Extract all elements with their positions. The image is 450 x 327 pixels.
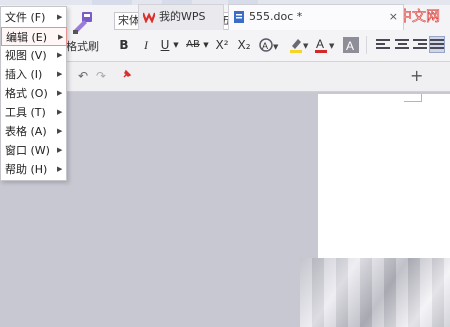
submenu-arrow-icon: ▶ bbox=[57, 108, 63, 116]
menu-item-label: 编辑 (E) bbox=[6, 31, 48, 44]
submenu-arrow-icon: ▶ bbox=[57, 165, 63, 173]
wps-logo-icon bbox=[143, 12, 155, 23]
svg-text:▼: ▼ bbox=[273, 43, 279, 51]
submenu-arrow-icon: ▶ bbox=[57, 51, 63, 59]
menu-item-label: 窗口 (W) bbox=[5, 144, 50, 157]
pin-icon[interactable] bbox=[122, 69, 132, 79]
menu-item-view[interactable]: 视图 (V) ▶ bbox=[1, 46, 67, 65]
submenu-arrow-icon: ▶ bbox=[57, 70, 63, 78]
menu-item-table[interactable]: 表格 (A) ▶ bbox=[1, 122, 67, 141]
tab-document[interactable]: 555.doc * × bbox=[228, 4, 404, 30]
strikethrough-button[interactable]: AB bbox=[184, 37, 202, 53]
submenu-arrow-icon: ▶ bbox=[57, 89, 63, 97]
submenu-arrow-icon: ▶ bbox=[57, 13, 63, 21]
ribbon-tab-start[interactable] bbox=[92, 0, 132, 5]
menu-item-label: 表格 (A) bbox=[5, 125, 47, 138]
chevron-down-icon[interactable]: ▼ bbox=[202, 37, 210, 53]
redo-icon[interactable]: ↷ bbox=[96, 69, 106, 83]
menu-item-insert[interactable]: 插入 (I) ▶ bbox=[1, 65, 67, 84]
tab-label: 我的WPS bbox=[159, 10, 206, 23]
menu-item-edit[interactable]: 编辑 (E) ▶ bbox=[1, 27, 67, 47]
chevron-down-icon[interactable]: ▼ bbox=[172, 37, 180, 53]
undo-icon[interactable]: ↶ bbox=[78, 69, 88, 83]
menu-item-tools[interactable]: 工具 (T) ▶ bbox=[1, 103, 67, 122]
format-painter-icon[interactable] bbox=[70, 10, 96, 36]
main-menu-dropdown: 文件 (F) ▶ 编辑 (E) ▶ 视图 (V) ▶ 插入 (I) ▶ 格式 (… bbox=[0, 6, 67, 181]
menu-item-label: 插入 (I) bbox=[5, 68, 43, 81]
menu-item-label: 工具 (T) bbox=[5, 106, 46, 119]
page-margin-marker bbox=[404, 94, 422, 102]
menu-item-format[interactable]: 格式 (O) ▶ bbox=[1, 84, 67, 103]
tab-my-wps[interactable]: 我的WPS bbox=[138, 4, 224, 30]
document-tab-bar bbox=[0, 62, 450, 92]
menu-item-label: 视图 (V) bbox=[5, 49, 47, 62]
menu-item-label: 帮助 (H) bbox=[5, 163, 48, 176]
text-effect-icon[interactable]: A ▼ bbox=[258, 37, 280, 53]
submenu-arrow-icon: ▶ bbox=[58, 33, 64, 41]
bold-button[interactable]: B bbox=[118, 37, 130, 53]
new-tab-button[interactable]: + bbox=[410, 66, 423, 86]
menu-item-label: 文件 (F) bbox=[5, 11, 46, 24]
highlight-color-icon[interactable]: ▼ bbox=[288, 36, 310, 54]
format-painter-label[interactable]: 格式刷 bbox=[66, 38, 99, 54]
svg-text:中文网: 中文网 bbox=[398, 9, 440, 25]
font-color-icon[interactable]: A ▼ bbox=[314, 36, 336, 54]
svg-text:A: A bbox=[262, 41, 268, 51]
menu-item-file[interactable]: 文件 (F) ▶ bbox=[1, 8, 67, 27]
svg-text:▼: ▼ bbox=[303, 42, 309, 50]
subscript-button[interactable]: X₂ bbox=[236, 37, 252, 53]
menu-item-help[interactable]: 帮助 (H) ▶ bbox=[1, 160, 67, 179]
align-right-icon[interactable] bbox=[413, 39, 427, 51]
justify-button[interactable] bbox=[429, 36, 445, 53]
obscured-region-overlay bbox=[300, 258, 450, 327]
svg-text:A: A bbox=[316, 37, 324, 51]
align-left-icon[interactable] bbox=[376, 39, 390, 51]
submenu-arrow-icon: ▶ bbox=[57, 127, 63, 135]
doc-file-icon bbox=[234, 11, 244, 23]
divider bbox=[366, 36, 367, 54]
underline-button[interactable]: U bbox=[159, 37, 171, 53]
char-shading-icon[interactable]: A bbox=[343, 37, 359, 53]
close-icon[interactable]: × bbox=[389, 5, 398, 29]
superscript-button[interactable]: X² bbox=[214, 37, 230, 53]
svg-text:▼: ▼ bbox=[329, 42, 335, 50]
italic-button[interactable]: I bbox=[140, 37, 152, 53]
justify-icon bbox=[430, 39, 444, 51]
submenu-arrow-icon: ▶ bbox=[57, 146, 63, 154]
tab-label: 555.doc * bbox=[249, 10, 303, 23]
menu-item-window[interactable]: 窗口 (W) ▶ bbox=[1, 141, 67, 160]
svg-text:A: A bbox=[346, 39, 354, 53]
align-center-icon[interactable] bbox=[395, 39, 409, 51]
menu-item-label: 格式 (O) bbox=[5, 87, 48, 100]
